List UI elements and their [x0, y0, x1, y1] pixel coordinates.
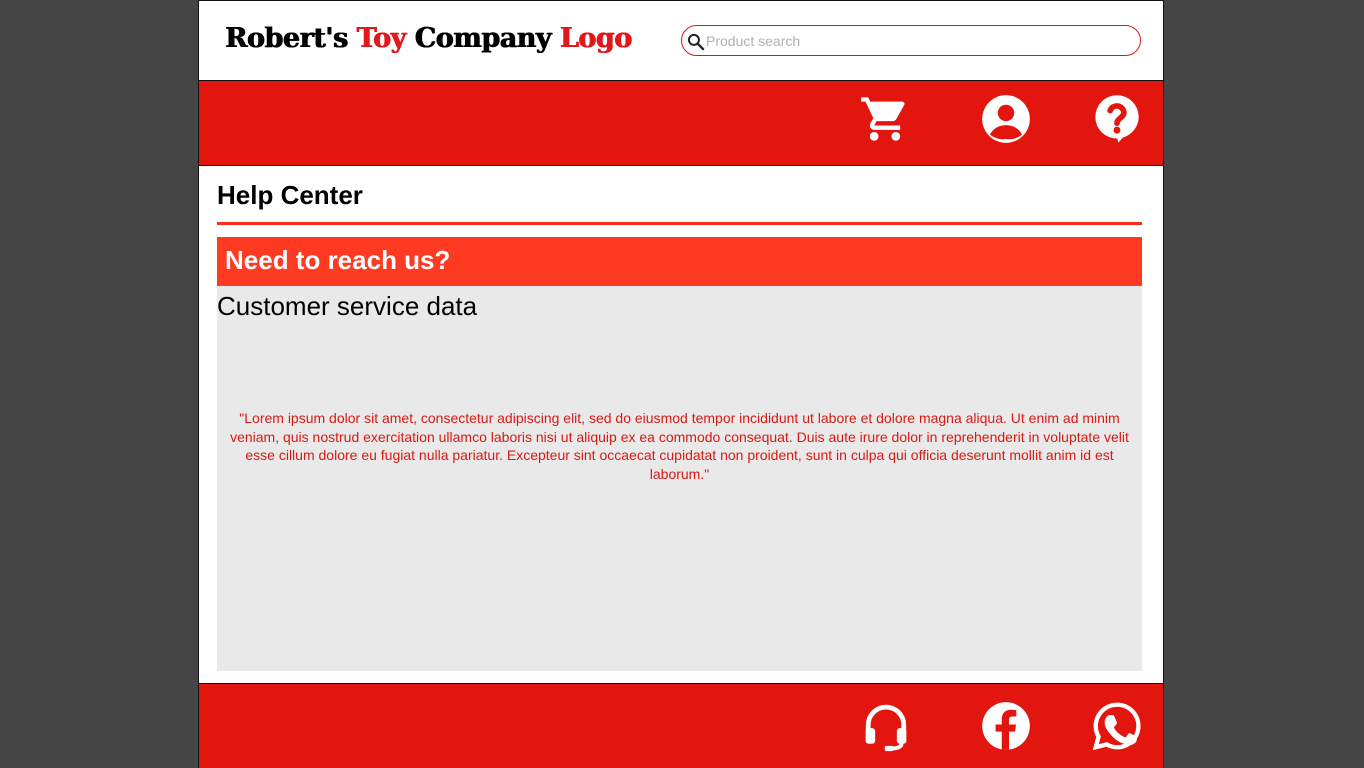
contact-section-heading: Need to reach us? — [225, 245, 451, 275]
logo-text-toy: Toy — [356, 23, 407, 54]
customer-service-panel: Customer service data "Lorem ipsum dolor… — [217, 286, 1142, 671]
title-divider — [217, 222, 1142, 225]
contact-section-header: Need to reach us? — [217, 237, 1142, 286]
account-icon[interactable] — [980, 93, 1032, 145]
cart-icon[interactable] — [859, 93, 911, 145]
product-search-input[interactable] — [706, 30, 1126, 52]
search-bar — [681, 25, 1141, 56]
site-footer — [199, 683, 1163, 768]
top-nav-bar — [199, 80, 1163, 166]
help-icon[interactable] — [1091, 92, 1143, 144]
logo-text-company: Company — [405, 23, 560, 54]
logo-text-roberts: Robert's — [225, 23, 357, 54]
search-icon[interactable] — [686, 32, 706, 52]
customer-service-text: "Lorem ipsum dolor sit amet, consectetur… — [230, 410, 1129, 482]
page-title: Help Center — [217, 180, 363, 210]
company-logo[interactable]: Robert's Toy Company Logo — [225, 23, 632, 54]
facebook-icon[interactable] — [980, 700, 1032, 752]
customer-service-title: Customer service data — [217, 291, 478, 321]
site-header: Robert's Toy Company Logo — [199, 1, 1163, 80]
page-container: Robert's Toy Company Logo Help Center — [198, 0, 1164, 768]
headset-icon[interactable] — [860, 700, 912, 752]
whatsapp-icon[interactable] — [1091, 700, 1143, 752]
logo-text-logo: Logo — [559, 23, 632, 54]
